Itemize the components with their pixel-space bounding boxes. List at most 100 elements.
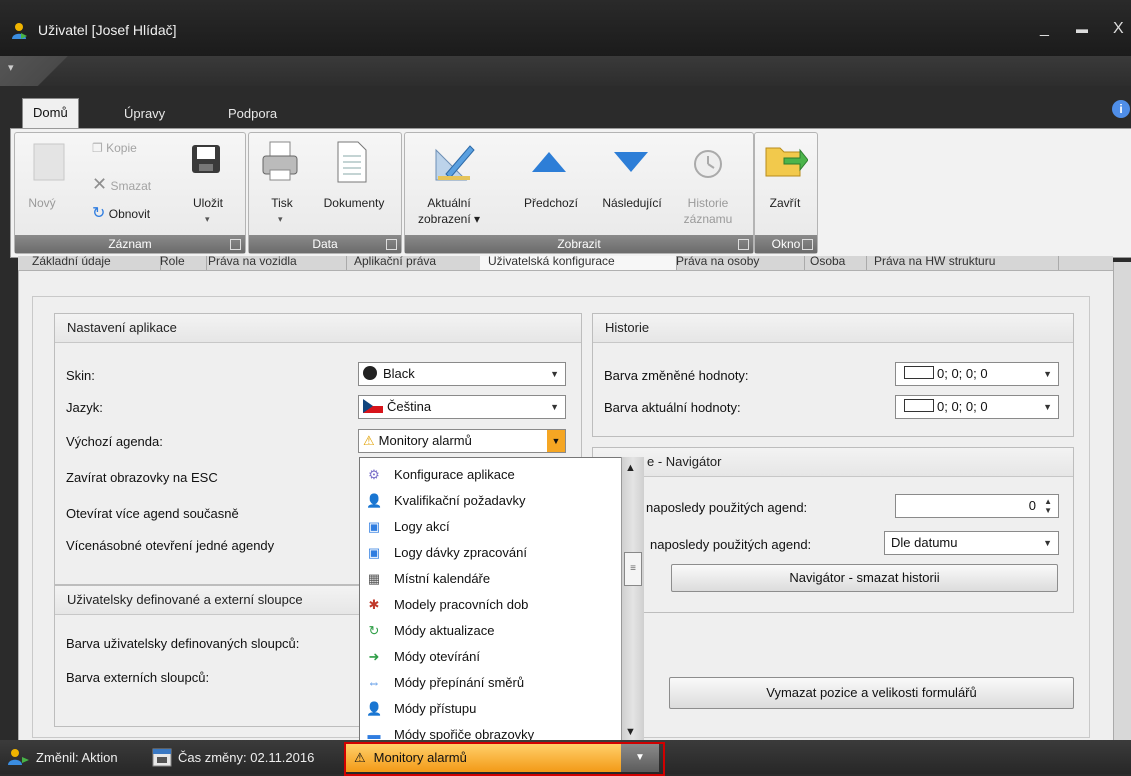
panel-title: e - Navigátor [593,448,1073,477]
dialog-launcher-icon[interactable] [386,239,397,250]
close-button[interactable]: X [1113,20,1124,38]
language-label: Jazyk: [66,400,103,415]
chevron-down-icon: ▼ [550,369,559,379]
window-icon: ▣ [367,545,381,560]
recent-sort-select[interactable]: Dle datumu ▼ [884,531,1059,555]
changed-color-value: 0; 0; 0; 0 [937,366,988,381]
recent-sort-value: Dle datumu [891,535,958,550]
chevron-down-icon: ▼ [1043,538,1052,548]
user-icon: 👤 [366,701,383,716]
panel-title: Nastavení aplikace [55,314,581,343]
current-view-label-1[interactable]: Aktuální [410,196,488,210]
arrow-up-icon [532,152,566,172]
changed-color-select[interactable]: 0; 0; 0; 0 ▼ [895,362,1059,386]
subtab-prava-na-osoby[interactable]: Práva na osoby [668,256,805,270]
default-agenda-select[interactable]: ⚠ Monitory alarmů ▼ [358,429,566,453]
calendar-icon: ▦ [367,571,381,586]
print-button[interactable]: Tisk [262,196,302,210]
save-chevron-icon[interactable]: ▾ [205,214,210,225]
user-changed-icon [8,749,29,765]
list-item[interactable]: ⇔ Módy přepínání směrů [360,670,622,696]
scroll-thumb[interactable]: ≡ [624,552,642,586]
current-color-value: 0; 0; 0; 0 [937,399,988,414]
copy-icon: ❐ [92,141,103,155]
language-select[interactable]: Čeština ▼ [358,395,566,419]
save-button[interactable]: Uložit [188,196,228,210]
history-label-2[interactable]: záznamu [676,212,740,226]
tab-podpora[interactable]: Podpora [218,100,287,128]
recent-count-spinner[interactable]: 0 ▲ ▼ [895,494,1059,518]
document-icon [337,141,367,183]
black-circle-icon [363,366,377,380]
changed-by-text: Změnil: Aktion [36,750,118,765]
subtab-osoba[interactable]: Osoba [802,256,867,270]
repeat-open-label: Vícenásobné otevření jedné agendy [66,538,275,553]
previous-button[interactable]: Předchozí [512,196,590,210]
list-item-label: Konfigurace aplikace [394,467,515,482]
skin-value: Black [383,366,415,381]
qat-dropdown-icon[interactable]: ▾ [8,61,14,74]
copy-button[interactable]: ❐ Kopie [92,141,137,155]
user-icon: 👤 [366,493,383,508]
color-swatch [904,399,934,412]
subtab-aplikacni-prava[interactable]: Aplikační práva [346,256,483,270]
scroll-down-icon[interactable]: ▼ [625,726,636,738]
dialog-launcher-icon[interactable] [230,239,241,250]
agenda-dropdown-list[interactable]: ⚙ Konfigurace aplikace 👤 Kvalifikační poža… [359,457,623,744]
list-item-label: Modely pracovních dob [394,597,529,612]
skin-select[interactable]: Black ▼ [358,362,566,386]
dialog-launcher-icon[interactable] [802,239,813,250]
dialog-launcher-icon[interactable] [738,239,749,250]
dropdown-scrollbar[interactable] [621,457,644,742]
save-disk-icon [192,145,220,173]
reset-form-positions-button[interactable]: Vymazat pozice a velikosti formulářů [669,677,1074,709]
history-clock-icon [694,150,722,178]
list-item-label: Módy přístupu [394,701,477,716]
page-scrollbar[interactable] [1113,262,1131,740]
new-button[interactable]: Nový [20,196,64,210]
subtab-zakladni-udaje[interactable]: Základní údaje [24,256,161,270]
color-swatch [904,366,934,379]
info-icon[interactable]: i [1112,100,1130,118]
list-item-label: Logy dávky zpracování [394,545,527,560]
tab-upravy[interactable]: Úpravy [114,100,175,128]
current-color-select[interactable]: 0; 0; 0; 0 ▼ [895,395,1059,419]
list-item[interactable]: ➜ Módy otevírání [360,644,622,670]
default-agenda-value: Monitory alarmů [378,433,472,448]
list-item[interactable]: 👤 Módy přístupu [360,696,622,722]
gear-icon: ⚙ [368,467,380,482]
arrow-down-icon [614,152,648,172]
delete-button[interactable]: ✕ Smazat [92,174,151,195]
subtab-prava-na-hw-strukturu[interactable]: Práva na HW strukturu [866,256,1059,270]
current-view-label-2[interactable]: zobrazení ▾ [410,212,488,226]
minimize-button[interactable]: _ [1040,20,1049,38]
documents-button[interactable]: Dokumenty [312,196,396,210]
spinner-icon[interactable]: ▲ ▼ [1044,497,1052,515]
panel-title: Historie [593,314,1073,343]
list-item[interactable]: ▣ Logy dávky zpracování [360,540,622,566]
czech-flag-icon [363,399,383,413]
list-item[interactable]: ⚙ Konfigurace aplikace [360,462,622,488]
subtab-uzivatelska-konfigurace[interactable]: Uživatelská konfigurace [480,256,677,270]
subtab-prava-na-vozidla[interactable]: Práva na vozidla [200,256,347,270]
list-item[interactable]: ▣ Logy akcí [360,514,622,540]
list-item[interactable]: ✱ Modely pracovních dob [360,592,622,618]
print-chevron-icon[interactable]: ▾ [278,214,283,225]
next-button[interactable]: Následující [590,196,674,210]
scroll-up-icon[interactable]: ▲ [625,462,636,474]
maximize-button[interactable]: ▬ [1076,22,1088,36]
list-item[interactable]: ▦ Místní kalendáře [360,566,622,592]
list-item-label: Módy otevírání [394,649,480,664]
clear-navigator-history-button[interactable]: Navigátor - smazat historii [671,564,1058,592]
tab-domu[interactable]: Domů [22,98,79,129]
new-document-icon [33,143,65,181]
open-multiple-label: Otevírat více agend současně [66,506,239,521]
chevron-down-icon: ▼ [547,430,565,452]
close-window-button[interactable]: Zavřít [758,196,812,210]
refresh-button[interactable]: ↻ Obnovit [92,203,150,223]
history-label-1[interactable]: Historie [676,196,740,210]
list-item[interactable]: ↻ Módy aktualizace [360,618,622,644]
subtab-role[interactable]: Role [152,256,207,270]
open-icon: ➜ [368,649,380,664]
list-item[interactable]: 👤 Kvalifikační požadavky [360,488,622,514]
